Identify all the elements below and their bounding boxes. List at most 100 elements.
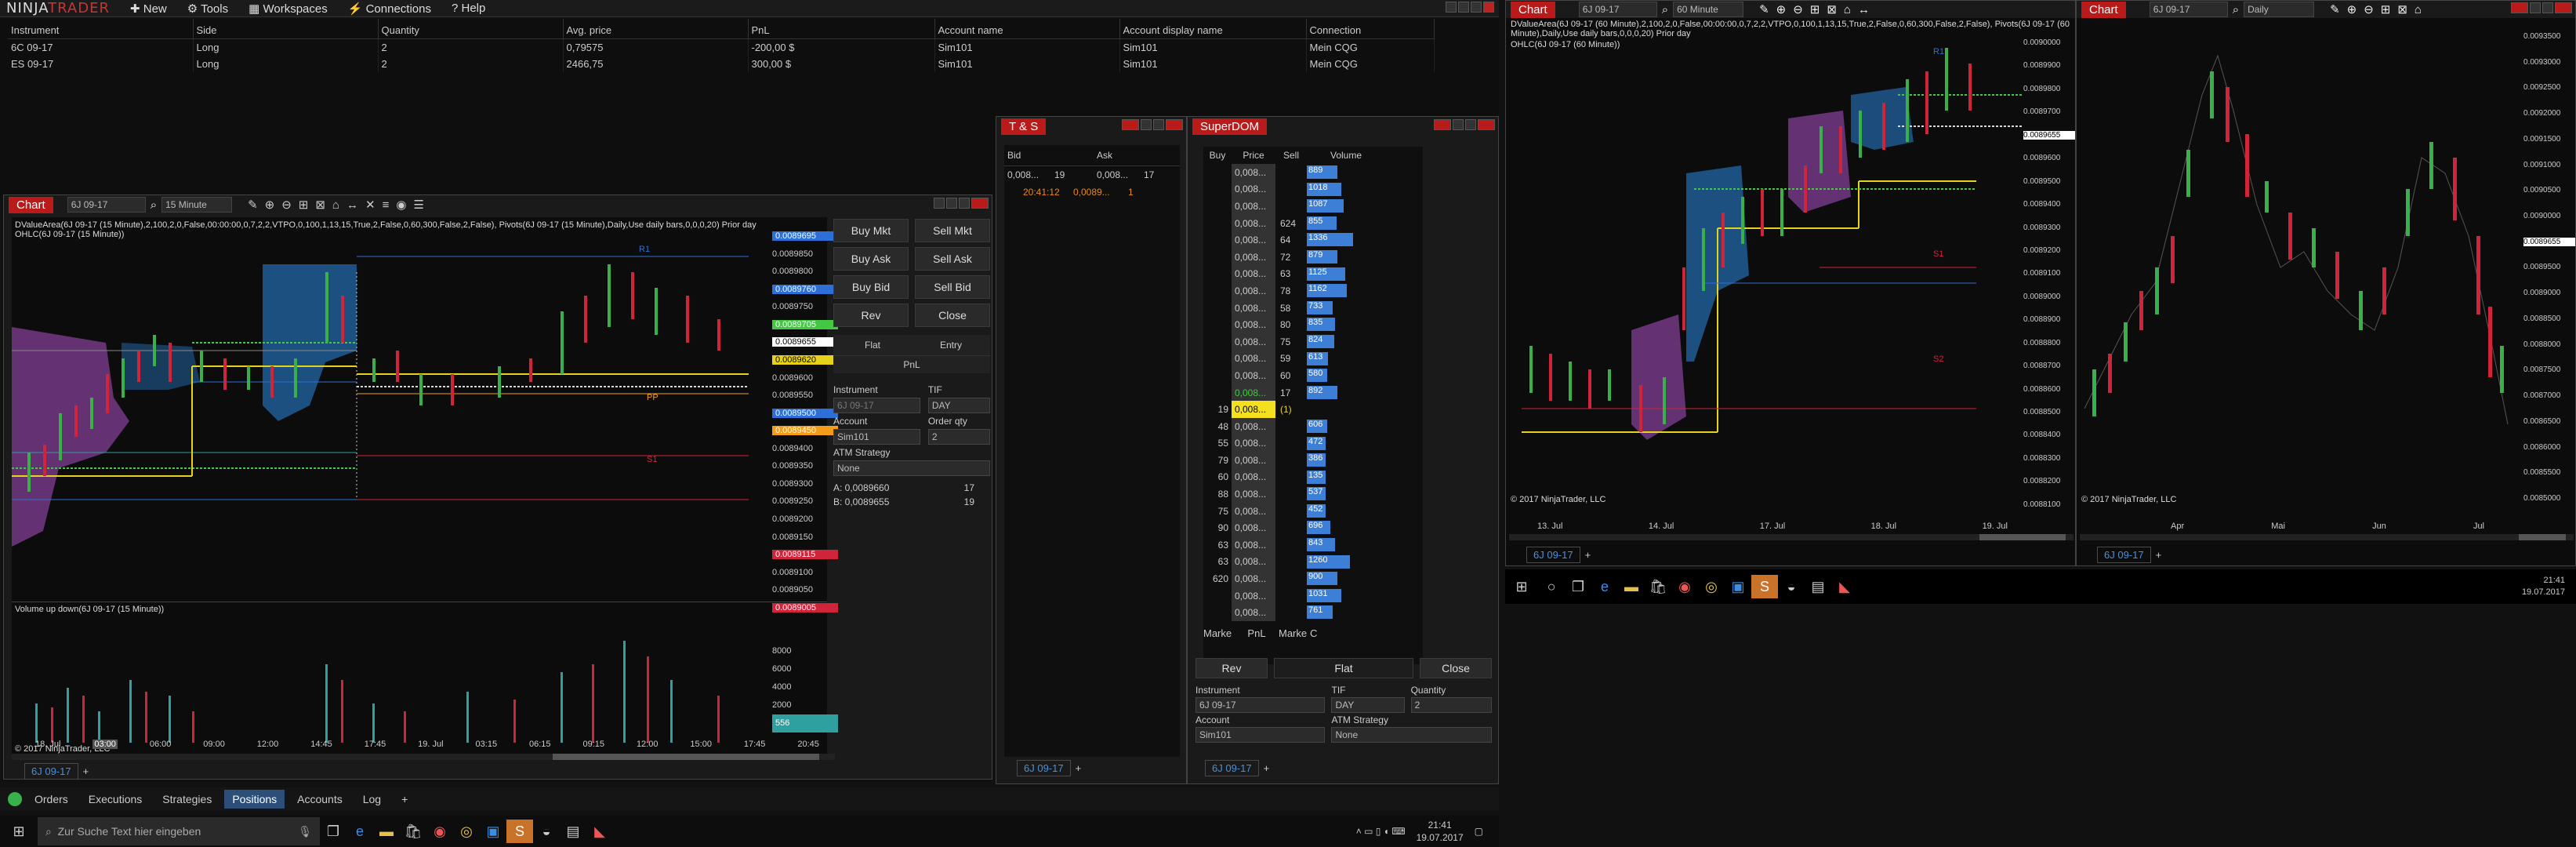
window-minimize-button[interactable] (1458, 2, 1469, 13)
chart1-min-button[interactable] (946, 198, 957, 209)
firefox-icon[interactable]: ◉ (426, 820, 453, 843)
dom-price-row[interactable]: 55 0,008... 472 (1203, 434, 1423, 453)
col-quantity[interactable]: Quantity (378, 19, 564, 39)
sell-market-button[interactable]: Sell Mkt (915, 219, 990, 242)
dom-price-row[interactable]: 63 0,008... 843 (1203, 536, 1423, 554)
search-icon[interactable]: ⌕ (151, 198, 157, 212)
table-row[interactable]: 6C 09-17 Long 2 0,79575 -200,00 $ Sim101… (8, 38, 1435, 56)
dom-price-cell[interactable]: 0,008... (1232, 316, 1275, 333)
reverse-button[interactable]: Rev (1195, 658, 1268, 678)
chart3-toolbar-icons[interactable]: ✎⊕⊖⊞⊠⌂ (2330, 2, 2429, 16)
dom-price-cell[interactable]: 0,008... (1232, 367, 1275, 384)
atm-strategy-select[interactable]: None (1331, 727, 1492, 743)
chart3-interval-selector[interactable]: Daily (2244, 2, 2315, 17)
tab-executions[interactable]: Executions (81, 790, 150, 809)
close-position-button[interactable]: Close (1420, 658, 1492, 678)
windows-start-icon[interactable]: ⊞ (0, 820, 38, 843)
dom-pin-button[interactable] (1434, 119, 1451, 130)
tab-log[interactable]: Log (355, 790, 389, 809)
chart2-scrollbar[interactable] (1509, 534, 2073, 540)
buy-bid-button[interactable]: Buy Bid (833, 275, 909, 299)
dom-tab[interactable]: 6J 09-17 (1205, 760, 1259, 776)
dom-buy-cell[interactable]: 60 (1203, 469, 1232, 486)
dom-price-row[interactable]: 90 0,008... 696 (1203, 519, 1423, 537)
notification-icon[interactable]: ▢ (1475, 826, 1483, 837)
dom-buy-cell[interactable] (1203, 587, 1232, 605)
skype-icon[interactable]: S (506, 820, 533, 843)
dom-price-row[interactable]: 0,008... 75 824 (1203, 333, 1423, 351)
dom-price-cell[interactable]: 0,008... (1232, 248, 1275, 266)
tab-accounts[interactable]: Accounts (289, 790, 350, 809)
chart1-toolbar-icons[interactable]: ✎⊕⊖⊞⊠⌂↔✕≡◉☰ (248, 198, 431, 212)
dom-sell-cell[interactable] (1275, 536, 1307, 554)
dom-sell-cell[interactable] (1275, 587, 1307, 605)
col-account-display-name[interactable]: Account display name (1119, 19, 1307, 39)
dom-price-cell[interactable]: 0,008... (1232, 519, 1275, 537)
dom-price-cell[interactable]: 0,008... (1232, 485, 1275, 503)
dom-max-button[interactable] (1465, 119, 1476, 130)
dom-buy-cell[interactable] (1203, 164, 1232, 181)
dom-sell-cell[interactable] (1275, 485, 1307, 503)
dom-buy-cell[interactable] (1203, 215, 1232, 232)
dom-price-row[interactable]: 0,008... 889 (1203, 164, 1423, 181)
dom-price-row[interactable]: 0,008... 60 580 (1203, 367, 1423, 384)
dom-price-row[interactable]: 19 0,008... (1) (1203, 401, 1423, 418)
dom-price-row[interactable]: 88 0,008... 537 (1203, 485, 1423, 503)
taskbar-search[interactable]: ⌕ Zur Suche Text hier eingeben 🎙 (38, 817, 320, 845)
sell-ask-button[interactable]: Sell Ask (915, 247, 990, 271)
dom-price-row[interactable]: 79 0,008... 386 (1203, 452, 1423, 469)
dom-buy-cell[interactable]: 79 (1203, 452, 1232, 469)
dom-buy-cell[interactable] (1203, 351, 1232, 368)
ts-tab[interactable]: 6J 09-17 (1017, 760, 1071, 776)
file-explorer-icon[interactable]: ▬ (1618, 575, 1645, 598)
window-pin-button[interactable] (1446, 2, 1457, 13)
col-connection[interactable]: Connection (1306, 19, 1435, 39)
dom-price-row[interactable]: 0,008... 624 855 (1203, 214, 1423, 232)
dom-price-cell[interactable]: 0,008... (1232, 604, 1275, 622)
chart1-close-button[interactable] (971, 198, 989, 209)
ts-max-button[interactable] (1153, 119, 1164, 130)
dom-price-row[interactable]: 0,008... 1087 (1203, 198, 1423, 215)
buy-market-cell[interactable]: Marke (1203, 627, 1235, 639)
skype-icon[interactable]: S (1751, 575, 1778, 598)
chart1-scrollbar[interactable] (12, 754, 835, 760)
dom-price-cell[interactable]: 0,008... (1232, 198, 1275, 215)
window-maximize-button[interactable] (1471, 2, 1482, 13)
dom-sell-cell[interactable] (1275, 604, 1307, 621)
dom-price-row[interactable]: 0,008... 59 613 (1203, 350, 1423, 368)
app-icon[interactable]: ▣ (1725, 575, 1751, 598)
dom-price-row[interactable]: 60 0,008... 135 (1203, 468, 1423, 486)
menu-workspaces[interactable]: ▦ Workspaces (249, 2, 328, 16)
dom-sell-cell[interactable] (1275, 503, 1307, 520)
dom-price-row[interactable]: 0,008... 64 1336 (1203, 231, 1423, 249)
dom-sell-cell[interactable] (1275, 469, 1307, 486)
chart1-instrument-selector[interactable]: 6J 09-17 (67, 197, 146, 213)
dom-price-row[interactable]: 0,008... 1031 (1203, 587, 1423, 605)
dom-price-row[interactable]: 48 0,008... 606 (1203, 417, 1423, 435)
add-tab-button[interactable]: + (1264, 762, 1270, 774)
dom-buy-cell[interactable] (1203, 231, 1232, 249)
instrument-select[interactable]: 6J 09-17 (1195, 697, 1326, 713)
chrome-icon[interactable]: ◎ (453, 820, 480, 843)
dom-price-cell[interactable]: 0,008... (1232, 180, 1275, 198)
dom-sell-cell[interactable]: 624 (1275, 215, 1307, 232)
dom-price-cell[interactable]: 0,008... (1232, 468, 1275, 486)
menu-tools[interactable]: ⚙ Tools (187, 2, 228, 16)
dom-buy-cell[interactable] (1203, 316, 1232, 333)
dom-sell-cell[interactable]: 58 (1275, 300, 1307, 317)
dom-price-cell[interactable]: 0,008... (1232, 536, 1275, 554)
dom-price-cell[interactable]: 0,008... (1232, 282, 1275, 300)
dom-price-cell[interactable]: 0,008... (1232, 502, 1275, 520)
ts-close-button[interactable] (1166, 119, 1183, 130)
cancel-cell[interactable]: C (1310, 627, 1317, 639)
dom-buy-cell[interactable]: 19 (1203, 401, 1232, 418)
instrument-field[interactable]: 6J 09-17 (833, 398, 920, 413)
dom-buy-cell[interactable]: 63 (1203, 554, 1232, 571)
col-pnl[interactable]: PnL (748, 19, 935, 39)
dom-price-row[interactable]: 63 0,008... 1260 (1203, 553, 1423, 571)
dom-price-cell[interactable]: 0,008... (1232, 214, 1275, 232)
chart1-max-button[interactable] (959, 198, 970, 209)
store-icon[interactable]: 🛍 (400, 820, 426, 843)
dom-price-cell[interactable]: 0,008... (1232, 384, 1275, 402)
search-icon[interactable]: ○ (1538, 575, 1565, 598)
